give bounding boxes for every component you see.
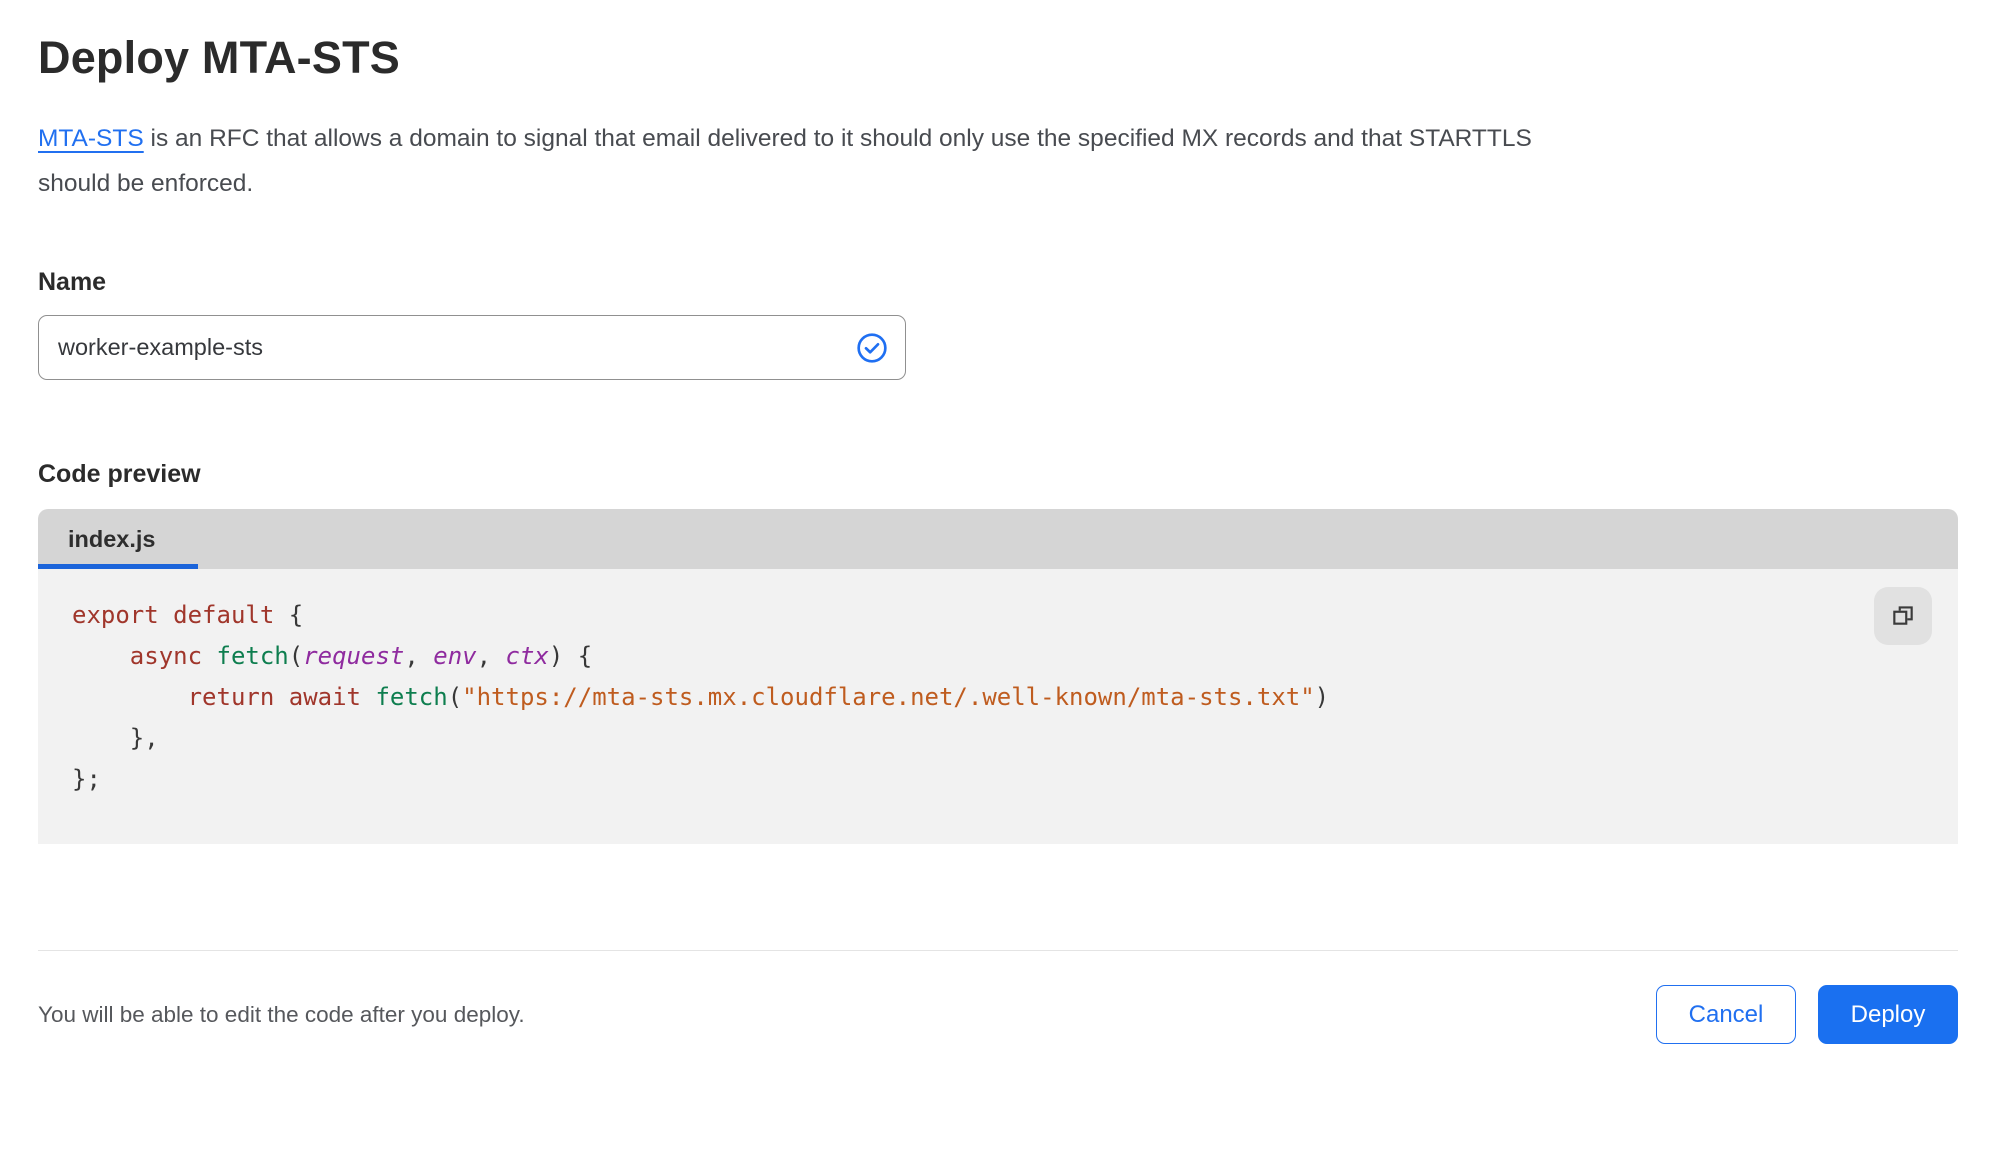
description-text: is an RFC that allows a domain to signal… xyxy=(38,125,1532,197)
footer-note: You will be able to edit the code after … xyxy=(38,1001,525,1027)
footer-actions: Cancel Deploy xyxy=(1656,985,1958,1044)
mta-sts-link[interactable]: MTA-STS xyxy=(38,125,144,152)
code-preview-block: index.js export default { async fetch(re… xyxy=(38,509,1958,844)
deploy-button[interactable]: Deploy xyxy=(1818,985,1958,1044)
tab-index-js[interactable]: index.js xyxy=(38,509,198,569)
name-label: Name xyxy=(38,268,107,296)
copy-code-button[interactable] xyxy=(1874,587,1932,645)
check-circle-icon xyxy=(856,332,888,364)
page-title: Deploy MTA-STS xyxy=(38,32,400,83)
code-content: export default { async fetch(request, en… xyxy=(72,601,1330,793)
code-tab-bar: index.js xyxy=(38,509,1958,569)
code-editor-area: export default { async fetch(request, en… xyxy=(38,569,1958,844)
code-preview-label: Code preview xyxy=(38,460,201,488)
footer-divider xyxy=(38,950,1958,951)
copy-icon xyxy=(1890,602,1916,631)
description: MTA-STS is an RFC that allows a domain t… xyxy=(38,116,1538,206)
name-input[interactable] xyxy=(38,315,906,380)
name-input-wrapper xyxy=(38,315,906,380)
cancel-button[interactable]: Cancel xyxy=(1656,985,1796,1044)
footer: You will be able to edit the code after … xyxy=(38,985,1958,1044)
deploy-mta-sts-page: Deploy MTA-STS MTA-STS is an RFC that al… xyxy=(0,32,1999,1044)
